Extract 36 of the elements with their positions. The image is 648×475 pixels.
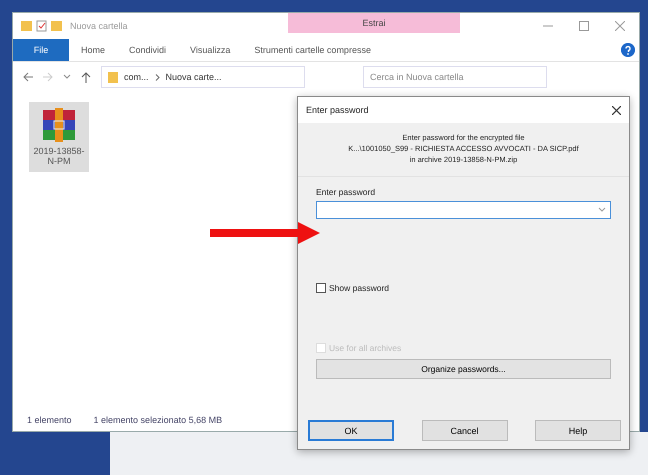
dialog-button[interactable]: Help — [535, 420, 621, 441]
search-placeholder: Cerca in Nuova cartella — [370, 72, 464, 82]
help-icon[interactable] — [621, 43, 635, 57]
search-field[interactable]: Cerca in Nuova cartella — [363, 66, 547, 88]
chevron-right-icon[interactable] — [154, 74, 160, 80]
chevron-down-icon[interactable] — [598, 207, 606, 213]
address-bar[interactable]: com... Nuova carte... — [101, 66, 305, 88]
archive-icon — [41, 108, 77, 142]
breadcrumb[interactable]: Nuova carte... — [166, 72, 222, 82]
checkbox[interactable] — [316, 283, 326, 293]
file-item[interactable]: 2019-13858-N-PM — [29, 102, 89, 172]
ribbon-tab[interactable]: Strumenti cartelle compresse — [242, 45, 383, 55]
context-tab-label: Estrai — [288, 13, 460, 33]
field-label: Enter password — [316, 187, 376, 197]
file-name: 2019-13858-N-PM — [32, 146, 86, 166]
title-text: Nuova cartella — [70, 21, 128, 31]
chevron-down-icon[interactable] — [63, 73, 71, 81]
ribbon-tab[interactable]: Home — [69, 45, 118, 55]
dialog-title: Enter password — [306, 105, 369, 115]
checkbox-label: Show password — [329, 283, 390, 293]
dialog-button[interactable]: OK — [308, 420, 394, 441]
organize-passwords-button[interactable]: Organize passwords... — [316, 359, 611, 379]
document-icon[interactable] — [36, 20, 47, 32]
folder-icon — [108, 71, 118, 83]
maximize-icon[interactable] — [579, 21, 589, 31]
close-icon[interactable] — [612, 106, 621, 114]
up-arrow-icon[interactable] — [81, 72, 91, 82]
ribbon-tab[interactable]: Visualizza — [178, 45, 242, 55]
status-text: 1 elemento selezionato 5,68 MB — [94, 415, 222, 425]
ribbon-tab[interactable]: Condividi — [117, 45, 178, 55]
dialog-button[interactable]: Cancel — [422, 420, 508, 441]
back-arrow-icon[interactable] — [23, 72, 33, 82]
file-tab[interactable]: File — [13, 39, 69, 61]
status-text: 1 elemento — [27, 415, 72, 425]
breadcrumb[interactable]: com... — [124, 72, 149, 82]
password-field[interactable] — [316, 201, 611, 219]
